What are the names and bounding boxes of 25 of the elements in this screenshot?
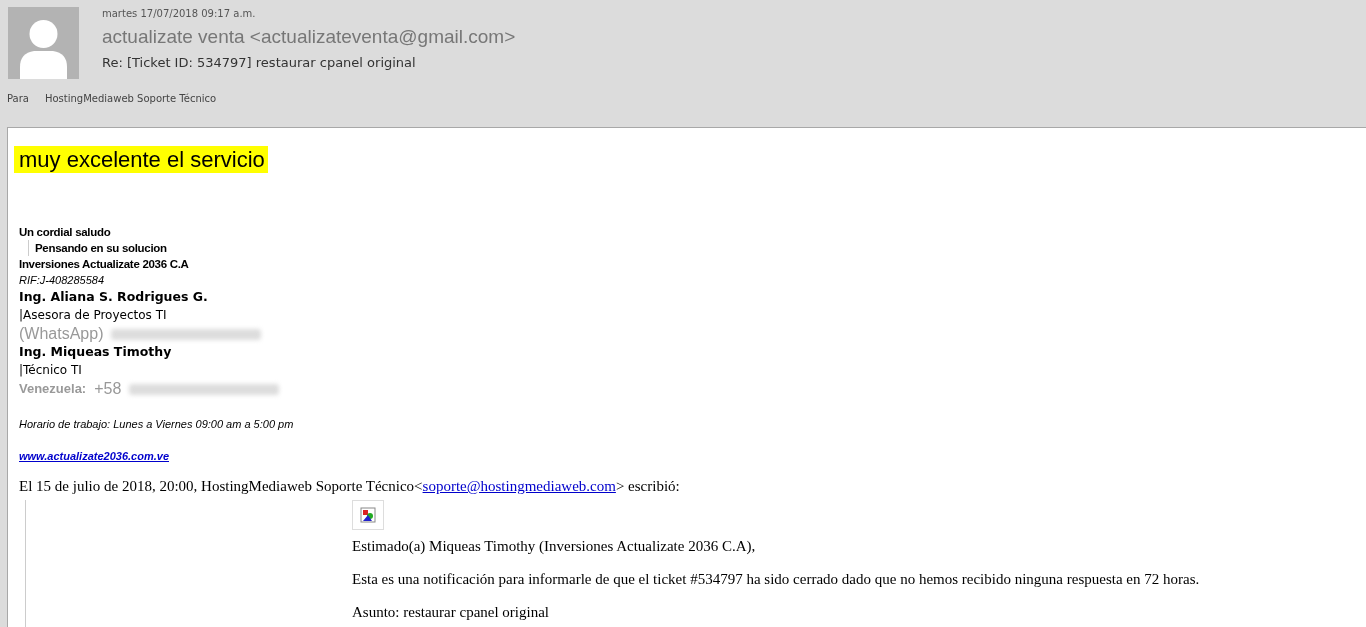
subject-line: Re: [Ticket ID: 534797] restaurar cpanel original — [102, 54, 417, 72]
reply-intro: El 15 de julio de 2018, 20:00, HostingMediaweb Soporte Técnico<soporte@hostingmediaweb.com> escribió: — [18, 477, 681, 496]
job-title: |Asesora de Proyectos TI — [19, 307, 168, 324]
quoted-paragraph: Asunto: restaurar cpanel original — [352, 603, 550, 621]
sent-date: martes 17/07/2018 09:17 a.m. — [102, 7, 257, 21]
job-title: |Técnico TI — [19, 362, 83, 379]
signature-line: Inversiones Actualizate 2036 C.A — [19, 257, 190, 272]
person-name: Ing. Miqueas Timothy — [19, 343, 173, 361]
tax-id: RIF:J-408285584 — [19, 273, 105, 288]
sender-name: actualizate venta <actualizateventa@gmail.com> — [102, 25, 516, 49]
office-hours: Horario de trabajo: Lunes a Viernes 09:00 am a 5:00 pm — [19, 417, 295, 432]
website-link[interactable]: www.actualizate2036.com.ve — [19, 448, 169, 464]
broken-image-icon — [352, 499, 384, 530]
slogan-text: Pensando en su solucion — [28, 240, 1366, 256]
email-link[interactable]: soporte@hostingmediaweb.com — [422, 478, 616, 494]
phone-prefix: +58 — [94, 380, 122, 398]
recipient-name: HostingMediaweb Soporte Técnico — [44, 92, 217, 106]
highlighted-text: muy excelente el servicio — [14, 146, 268, 173]
quoted-paragraph: Estimado(a) Miqueas Timothy (Inversiones Actualizate 2036 C.A), — [352, 537, 757, 555]
person-name: Ing. Aliana S. Rodrigues G. — [19, 288, 209, 306]
signature-line: Un cordial saludo — [19, 225, 112, 240]
quoted-paragraph: Esta es una notificación para informarle de que el ticket #534797 ha sido cerrado dado que no hemos recibido ninguna respuesta en 72 horas. — [352, 570, 1201, 588]
contact-label: (WhatsApp) — [19, 325, 104, 343]
contact-label: Venezuela: — [19, 380, 87, 398]
to-label: Para — [7, 92, 29, 106]
